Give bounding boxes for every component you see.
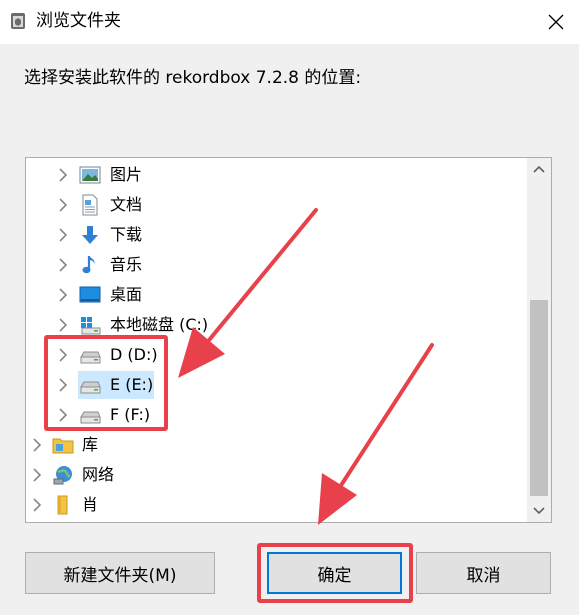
close-button[interactable]: [533, 0, 579, 44]
tree-item-music[interactable]: 音乐: [26, 250, 526, 280]
chevron-right-icon[interactable]: [32, 468, 42, 482]
desktop-icon: [79, 286, 101, 303]
chevron-right-icon[interactable]: [58, 198, 68, 212]
tree-item-label: 桌面: [110, 285, 143, 304]
new-folder-button[interactable]: 新建文件夹(M): [25, 552, 215, 594]
chevron-up-icon: [533, 165, 545, 173]
tree-item-label: 下载: [110, 225, 143, 244]
tree-item-libraries[interactable]: 库: [26, 430, 526, 460]
prompt-text: 选择安装此软件的 rekordbox 7.2.8 的位置:: [24, 68, 362, 88]
downloads-icon: [82, 226, 98, 244]
tree-item-documents[interactable]: 文档: [26, 190, 526, 220]
title-bar: 浏览文件夹: [0, 0, 579, 44]
tree-item-desktop[interactable]: 桌面: [26, 280, 526, 310]
chevron-right-icon[interactable]: [58, 228, 68, 242]
tree-item-label: 文档: [110, 195, 143, 214]
app-folder-icon: [11, 13, 25, 29]
music-icon: [82, 256, 95, 274]
chevron-right-icon[interactable]: [32, 498, 42, 512]
library-icon: [52, 438, 74, 454]
pictures-icon: [79, 166, 101, 184]
annotation-box-ok: [257, 543, 413, 603]
tree-item-pictures[interactable]: 图片: [26, 160, 526, 190]
tree-item-label: 库: [82, 435, 99, 454]
tree-item-label: 图片: [110, 165, 143, 184]
scroll-up-button[interactable]: [527, 158, 551, 180]
tree-item-label: 网络: [82, 465, 115, 484]
chevron-right-icon[interactable]: [58, 288, 68, 302]
tree-item-label: 肖: [82, 495, 99, 514]
chevron-right-icon[interactable]: [58, 168, 68, 182]
documents-icon: [82, 194, 98, 216]
user-folder-icon: [57, 495, 68, 515]
scroll-thumb[interactable]: [530, 300, 548, 496]
tree-item-label: 本地磁盘 (C:): [110, 315, 209, 334]
window-title: 浏览文件夹: [36, 11, 121, 31]
vertical-scrollbar[interactable]: [527, 158, 551, 522]
close-icon: [548, 14, 564, 30]
scroll-down-button[interactable]: [527, 500, 551, 522]
system-drive-icon: [81, 317, 101, 335]
chevron-down-icon: [533, 507, 545, 515]
tree-item-user[interactable]: 肖: [26, 490, 526, 520]
chevron-right-icon[interactable]: [32, 438, 42, 452]
chevron-right-icon[interactable]: [58, 258, 68, 272]
tree-item-downloads[interactable]: 下载: [26, 220, 526, 250]
tree-item-label: 音乐: [110, 255, 143, 274]
chevron-right-icon[interactable]: [58, 318, 68, 332]
tree-item-network[interactable]: 网络: [26, 460, 526, 490]
annotation-box-drives: [44, 335, 168, 431]
cancel-button[interactable]: 取消: [416, 552, 551, 594]
network-icon: [53, 466, 72, 485]
